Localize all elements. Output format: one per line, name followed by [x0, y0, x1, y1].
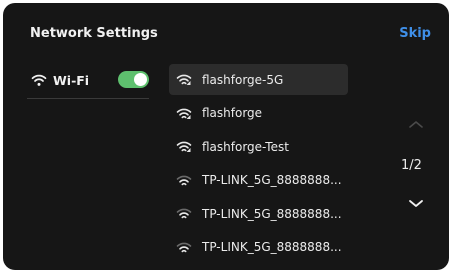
page-title: Network Settings: [30, 26, 158, 41]
network-name: flashforge: [202, 106, 263, 120]
wifi-signal-strong-icon: [176, 140, 192, 153]
network-name: TP-LINK_5G_8888888...: [202, 240, 342, 254]
network-name: TP-LINK_5G_8888888...: [202, 173, 342, 187]
network-name: flashforge-5G: [202, 72, 284, 87]
network-name: flashforge-Test: [202, 139, 289, 154]
network-list: flashforge-5G flashforge flashforge-Test…: [169, 64, 348, 265]
network-item[interactable]: flashforge-5G: [169, 64, 348, 95]
divider: [27, 98, 149, 99]
toggle-knob: [134, 73, 147, 86]
wifi-signal-weak-icon: [176, 207, 192, 220]
network-item[interactable]: flashforge-Test: [169, 131, 348, 162]
wifi-toggle-row: Wi-Fi: [27, 65, 149, 95]
chevron-up-icon: [409, 121, 423, 128]
wifi-icon: [31, 73, 47, 87]
network-settings-screen: Network Settings Skip Wi-Fi flashforge-5…: [3, 3, 449, 270]
network-item[interactable]: TP-LINK_5G_8888888...: [169, 198, 348, 229]
network-item[interactable]: TP-LINK_5G_8888888...: [169, 232, 348, 263]
wifi-signal-strong-icon: [176, 73, 192, 86]
network-name: TP-LINK_5G_8888888...: [202, 206, 342, 221]
page-up-button[interactable]: [408, 119, 424, 129]
wifi-label: Wi-Fi: [53, 72, 90, 88]
network-item[interactable]: flashforge: [169, 98, 348, 129]
network-item[interactable]: TP-LINK_5G_8888888...: [169, 165, 348, 196]
page-down-button[interactable]: [408, 199, 424, 209]
chevron-down-icon: [409, 200, 423, 207]
wifi-signal-strong-icon: [176, 107, 192, 120]
wifi-toggle-switch[interactable]: [118, 71, 149, 88]
wifi-signal-weak-icon: [176, 174, 192, 187]
page-indicator: 1/2: [401, 158, 422, 173]
wifi-signal-weak-icon: [176, 241, 192, 254]
skip-button[interactable]: Skip: [399, 26, 431, 41]
